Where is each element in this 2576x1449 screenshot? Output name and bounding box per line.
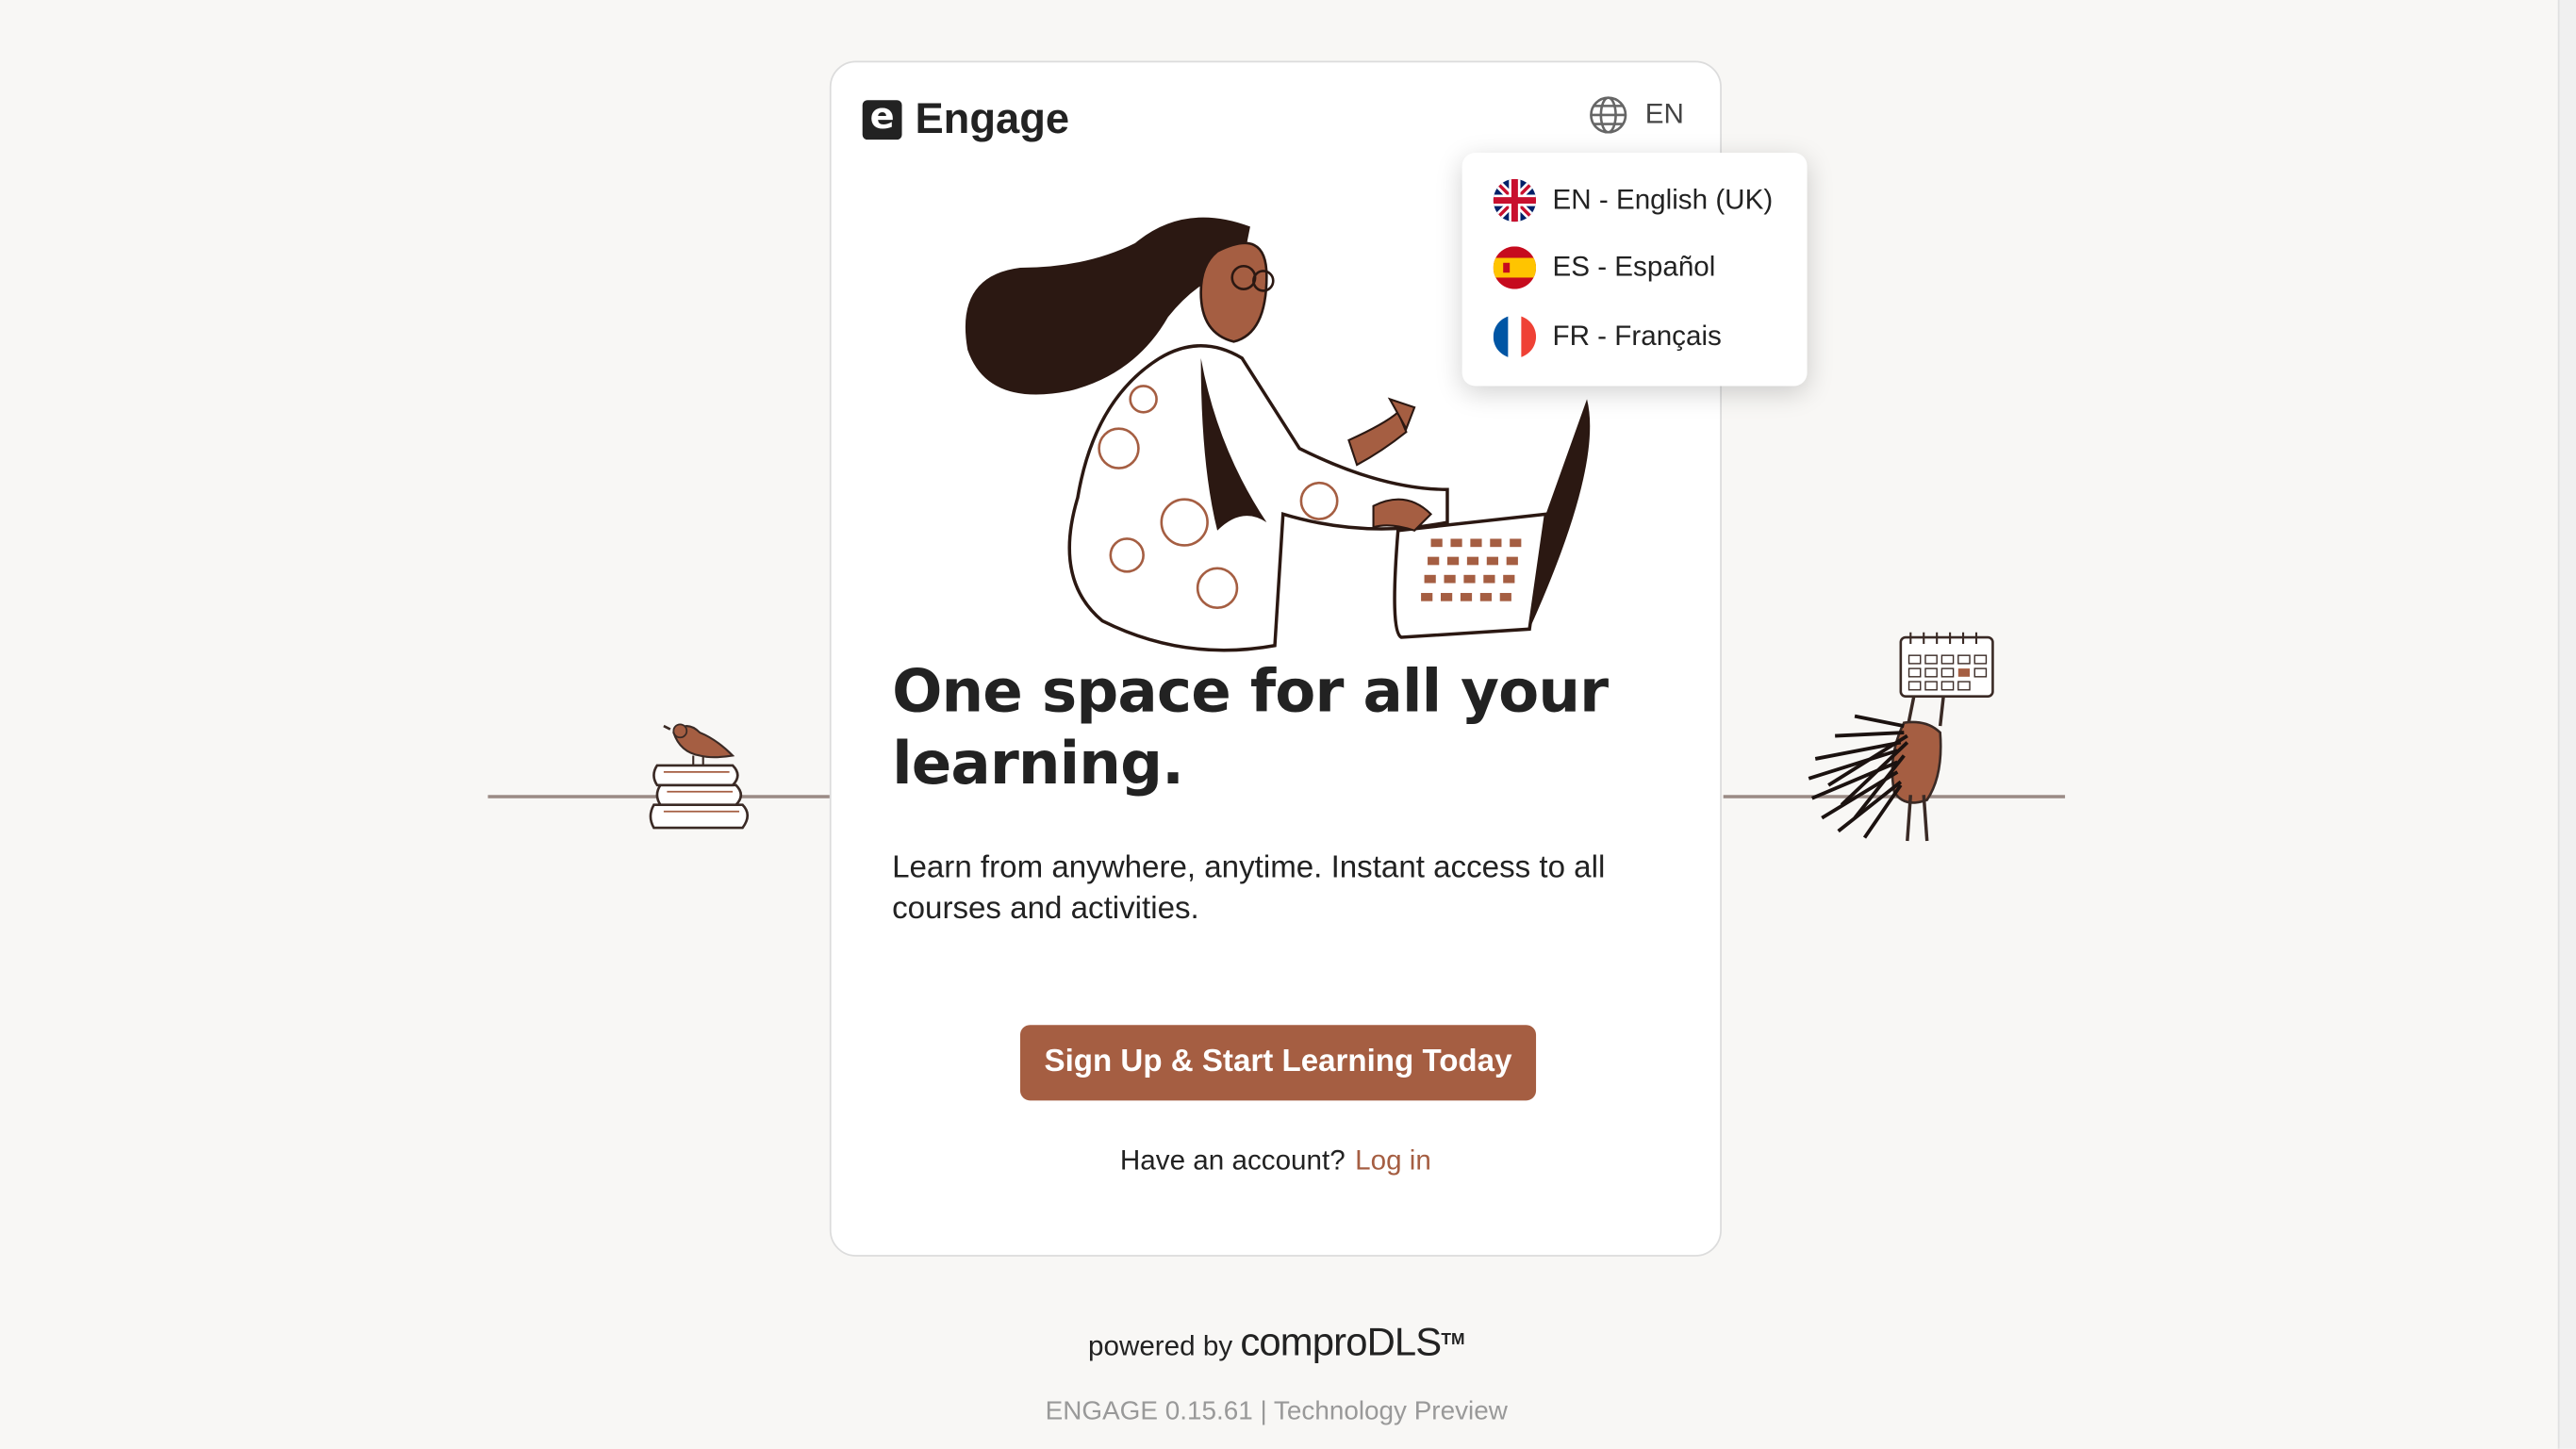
hero-subtext: Learn from anywhere, anytime. Instant ac… (892, 850, 1606, 927)
scrollbar[interactable] (2557, 0, 2576, 1449)
language-dropdown-menu: EN - English (UK) ES - Español FR - Fran… (1461, 153, 1808, 387)
account-prompt: Have an account? Log in (832, 1144, 1721, 1177)
trademark-mark: TM (1441, 1330, 1465, 1350)
language-option-en[interactable]: EN - English (UK) (1462, 166, 1808, 234)
brand-name: Engage (915, 93, 1070, 143)
language-selector[interactable]: EN (1589, 95, 1684, 135)
language-option-label: ES - Español (1552, 252, 1716, 284)
language-option-fr[interactable]: FR - Français (1462, 303, 1808, 370)
powered-by: powered by comproDLSTM (0, 1321, 2553, 1367)
france-flag-icon (1493, 315, 1537, 358)
account-prompt-text: Have an account? (1119, 1144, 1346, 1177)
globe-icon (1590, 96, 1627, 134)
engage-logo-icon: e (862, 99, 902, 140)
page: e Engage EN One space for all your learn… (0, 0, 2576, 1449)
compro-dls-logo: comproDLS (1240, 1320, 1442, 1365)
language-option-es[interactable]: ES - Español (1462, 234, 1808, 302)
brand-logo: e Engage (862, 93, 1070, 144)
language-option-label: FR - Français (1552, 320, 1722, 352)
uk-flag-icon (1493, 178, 1537, 222)
version-text: ENGAGE 0.15.61 | Technology Preview (1045, 1397, 1508, 1426)
language-option-label: EN - English (UK) (1552, 183, 1774, 215)
powered-by-text: powered by (1088, 1330, 1233, 1362)
porcupine-calendar-illustration (1808, 632, 1994, 842)
login-link[interactable]: Log in (1355, 1144, 1431, 1176)
hero-headline: One space for all your learning. (892, 658, 1609, 799)
signup-button[interactable]: Sign Up & Start Learning Today (1019, 1025, 1537, 1101)
spain-flag-icon (1493, 246, 1537, 290)
current-language-code: EN (1644, 98, 1684, 130)
books-bird-illustration (649, 723, 750, 830)
